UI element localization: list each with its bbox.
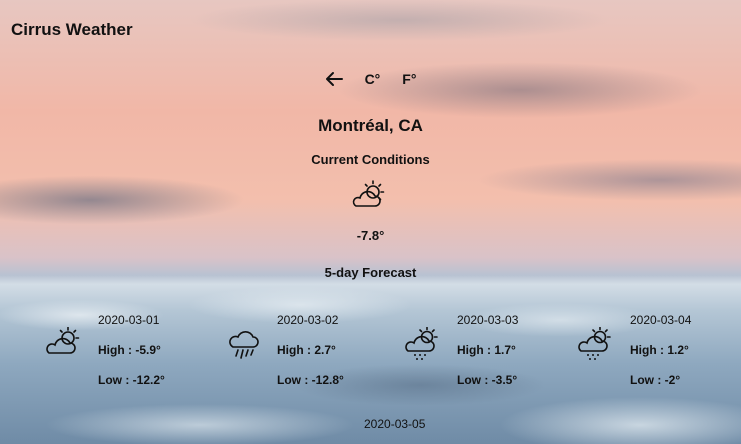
forecast-low: Low : -12.8° (277, 373, 344, 387)
forecast-high: High : 2.7° (277, 343, 336, 357)
sun-cloud-rain-icon (578, 326, 616, 366)
low-label: Low : (98, 373, 130, 387)
forecast-day: 2020-03-05 (312, 417, 472, 444)
high-value: 1.2° (667, 343, 689, 357)
current-conditions-heading: Current Conditions (311, 152, 430, 167)
high-value: 2.7° (314, 343, 336, 357)
low-label: Low : (457, 373, 489, 387)
forecast-low: Low : -2° (630, 373, 680, 387)
city-name: Montréal, CA (318, 116, 423, 135)
forecast-date: 2020-03-05 (364, 417, 426, 431)
high-label: High : (98, 343, 132, 357)
forecast-day: 2020-03-03 High : 1.7° Low : -3.5° (405, 313, 565, 403)
partly-cloudy-sun-icon (46, 326, 84, 362)
partly-cloudy-sun-icon (350, 180, 388, 215)
forecast-day: 2020-03-04 High : 1.2° Low : -2° (578, 313, 738, 403)
arrow-left-icon (325, 72, 343, 86)
sun-cloud-rain-icon (405, 326, 443, 366)
forecast-date: 2020-03-04 (630, 313, 692, 327)
forecast-high: High : -5.9° (98, 343, 161, 357)
forecast-day: 2020-03-02 High : 2.7° Low : -12.8° (225, 313, 385, 403)
high-value: 1.7° (494, 343, 516, 357)
forecast-day: 2020-03-01 High : -5.9° Low : -12.2° (46, 313, 206, 403)
forecast-date: 2020-03-03 (457, 313, 519, 327)
current-temperature: -7.8° (356, 228, 385, 243)
forecast-low: Low : -12.2° (98, 373, 165, 387)
forecast-high: High : 1.2° (630, 343, 689, 357)
partial-weather-icon (312, 439, 350, 444)
low-label: Low : (277, 373, 309, 387)
low-value: -12.2° (132, 373, 165, 387)
app-title: Cirrus Weather (11, 20, 133, 39)
forecast-low: Low : -3.5° (457, 373, 517, 387)
low-value: -12.8° (311, 373, 344, 387)
forecast-date: 2020-03-01 (98, 313, 160, 327)
celsius-button[interactable]: C° (365, 68, 381, 90)
low-value: -3.5° (491, 373, 518, 387)
low-value: -2° (664, 373, 681, 387)
high-label: High : (277, 343, 311, 357)
fahrenheit-button[interactable]: F° (402, 68, 416, 90)
high-label: High : (457, 343, 491, 357)
rain-cloud-icon (225, 327, 263, 364)
forecast-date: 2020-03-02 (277, 313, 339, 327)
back-button[interactable] (325, 68, 343, 90)
low-label: Low : (630, 373, 662, 387)
unit-controls: C° F° (0, 68, 741, 90)
forecast-high: High : 1.7° (457, 343, 516, 357)
high-value: -5.9° (135, 343, 161, 357)
high-label: High : (630, 343, 664, 357)
forecast-heading: 5-day Forecast (324, 265, 417, 280)
